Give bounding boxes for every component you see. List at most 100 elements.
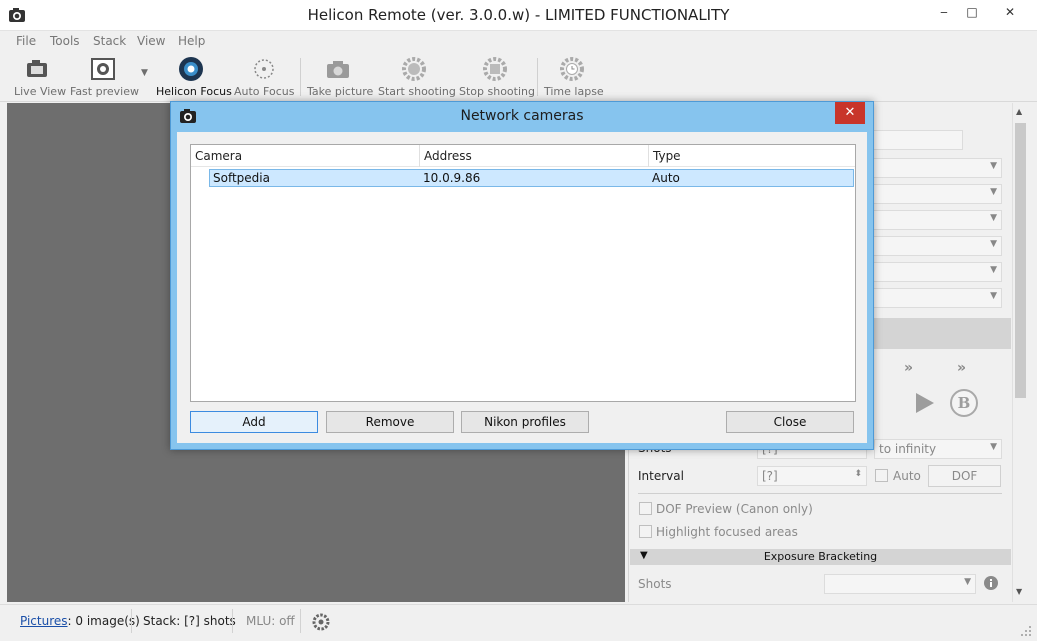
menu-stack[interactable]: Stack [93, 34, 126, 48]
menu-bar: File Tools Stack View Help [0, 31, 1037, 52]
fast-preview-icon [91, 58, 115, 80]
title-bar: Helicon Remote (ver. 3.0.0.w) - LIMITED … [0, 0, 1037, 31]
close-button[interactable]: Close [726, 411, 854, 433]
toolbar-separator [300, 58, 301, 96]
settings-dropdown[interactable]: ▼ [872, 236, 1002, 256]
maximize-button[interactable]: □ [958, 0, 986, 26]
live-view-icon [27, 60, 47, 77]
column-type[interactable]: Type [653, 149, 681, 163]
scroll-down-icon[interactable]: ▼ [1016, 587, 1022, 596]
camera-type: Auto [652, 171, 680, 185]
column-camera[interactable]: Camera [195, 149, 242, 163]
dof-preview-checkbox[interactable] [639, 502, 652, 515]
auto-focus-icon [254, 59, 274, 79]
auto-checkbox[interactable] [875, 469, 888, 482]
remove-button[interactable]: Remove [326, 411, 454, 433]
settings-dropdown[interactable]: ▼ [872, 158, 1002, 178]
settings-field[interactable] [872, 130, 963, 150]
exposure-bracketing-header[interactable]: ▼ Exposure Bracketing [630, 549, 1011, 565]
menu-help[interactable]: Help [178, 34, 205, 48]
minimize-button[interactable]: ‒ [930, 0, 958, 26]
stop-shooting-button[interactable]: Stop shooting [459, 56, 535, 98]
close-window-button[interactable]: ✕ [988, 0, 1032, 26]
chevron-down-icon: ▼ [990, 265, 997, 275]
info-icon[interactable] [983, 575, 999, 591]
time-lapse-clock-icon [560, 57, 584, 81]
nikon-profiles-button[interactable]: Nikon profiles [461, 411, 589, 433]
dialog-close-button[interactable]: ✕ [835, 102, 865, 124]
column-separator[interactable] [648, 145, 649, 167]
live-view-label: Live View [14, 85, 67, 98]
panel-scrollbar[interactable]: ▲ ▼ [1012, 103, 1028, 602]
fast-preview-button[interactable]: Fast preview [70, 56, 139, 98]
fast-preview-dropdown-icon[interactable]: ▼ [141, 68, 148, 78]
dialog-title: Network cameras [460, 108, 584, 124]
chevron-down-icon: ▼ [990, 161, 997, 171]
add-button[interactable]: Add [190, 411, 318, 433]
helicon-focus-button[interactable]: Helicon Focus [156, 56, 232, 98]
live-view-button[interactable]: Live View [14, 56, 66, 98]
start-shooting-gear-icon [402, 57, 426, 81]
bracket-b-icon[interactable]: B [949, 388, 979, 418]
highlight-focused-checkbox[interactable] [639, 525, 652, 538]
column-separator[interactable] [419, 145, 420, 167]
start-shooting-button[interactable]: Start shooting [378, 56, 456, 98]
auto-focus-label: Auto Focus [234, 85, 295, 98]
list-item[interactable]: Softpedia 10.0.9.86 Auto [209, 169, 854, 187]
fast-forward-end-icon[interactable]: » [957, 360, 966, 376]
status-bar: Pictures: 0 image(s) Stack: [?] shots ML… [0, 604, 1037, 641]
pictures-link[interactable]: Pictures [20, 614, 68, 628]
time-lapse-button[interactable]: Time lapse [544, 56, 604, 98]
scroll-up-icon[interactable]: ▲ [1016, 107, 1022, 116]
menu-tools[interactable]: Tools [50, 34, 80, 48]
mlu-status: MLU: off [246, 614, 295, 628]
toolbar-separator [537, 58, 538, 96]
settings-dropdown[interactable]: ▼ [872, 184, 1002, 204]
dof-preview-label: DOF Preview (Canon only) [656, 502, 813, 516]
dialog-body: Camera Address Type Softpedia 10.0.9.86 … [177, 132, 867, 443]
chevron-down-icon: ▼ [990, 442, 997, 452]
start-shooting-label: Start shooting [378, 85, 456, 98]
take-picture-icon [327, 61, 349, 78]
camera-list[interactable]: Camera Address Type Softpedia 10.0.9.86 … [190, 144, 856, 402]
settings-dropdown[interactable]: ▼ [872, 262, 1002, 282]
settings-gear-icon[interactable] [312, 613, 330, 631]
scrollbar-thumb[interactable] [1015, 123, 1026, 398]
divider [638, 493, 1002, 494]
camera-name: Softpedia [213, 171, 270, 185]
play-icon[interactable] [912, 391, 936, 415]
resize-grip-icon[interactable] [1020, 625, 1032, 637]
take-picture-label: Take picture [307, 85, 374, 98]
fast-forward-icon[interactable]: » [904, 360, 913, 376]
eb-shots-label: Shots [638, 577, 672, 591]
chevron-down-icon: ▼ [990, 291, 997, 301]
to-infinity-value: to infinity [879, 442, 937, 456]
dof-button[interactable]: DOF [928, 465, 1001, 487]
chevron-down-icon: ▼ [990, 187, 997, 197]
exposure-bracketing-title: Exposure Bracketing [763, 550, 878, 563]
chevron-down-icon: ▼ [990, 239, 997, 249]
svg-text:B: B [958, 394, 971, 412]
menu-file[interactable]: File [16, 34, 36, 48]
interval-value: [?] [762, 469, 778, 483]
auto-focus-button[interactable]: Auto Focus [234, 56, 294, 98]
status-separator [232, 609, 233, 633]
column-address[interactable]: Address [424, 149, 472, 163]
camera-address: 10.0.9.86 [423, 171, 481, 185]
helicon-focus-icon [179, 57, 203, 81]
interval-label: Interval [638, 469, 684, 483]
settings-dropdown[interactable]: ▼ [872, 210, 1002, 230]
toolbar: Live View Fast preview ▼ Helicon Focus A… [0, 52, 1037, 102]
eb-shots-dropdown[interactable]: ▼ [824, 574, 976, 594]
pictures-status: Pictures: 0 image(s) [20, 614, 140, 628]
settings-dropdown[interactable]: ▼ [872, 288, 1002, 308]
interval-spinner[interactable]: [?] ⬍ [757, 466, 867, 486]
stop-shooting-label: Stop shooting [459, 85, 535, 98]
status-separator [131, 609, 132, 633]
to-infinity-dropdown[interactable]: to infinity ▼ [874, 439, 1002, 459]
highlight-focused-label: Highlight focused areas [656, 525, 798, 539]
menu-view[interactable]: View [137, 34, 165, 48]
helicon-focus-label: Helicon Focus [156, 85, 232, 98]
take-picture-button[interactable]: Take picture [307, 56, 373, 98]
fast-preview-label: Fast preview [70, 85, 139, 98]
